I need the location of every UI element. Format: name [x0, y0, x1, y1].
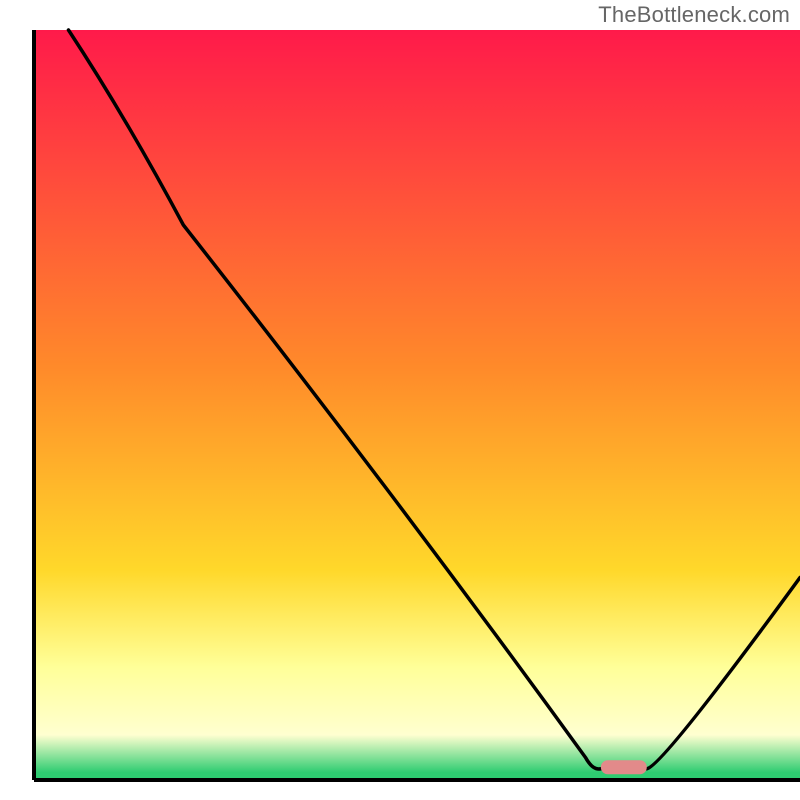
chart-container: TheBottleneck.com [0, 0, 800, 800]
bottleneck-chart [0, 0, 800, 800]
optimal-marker [601, 760, 647, 774]
gradient-background [34, 30, 800, 780]
